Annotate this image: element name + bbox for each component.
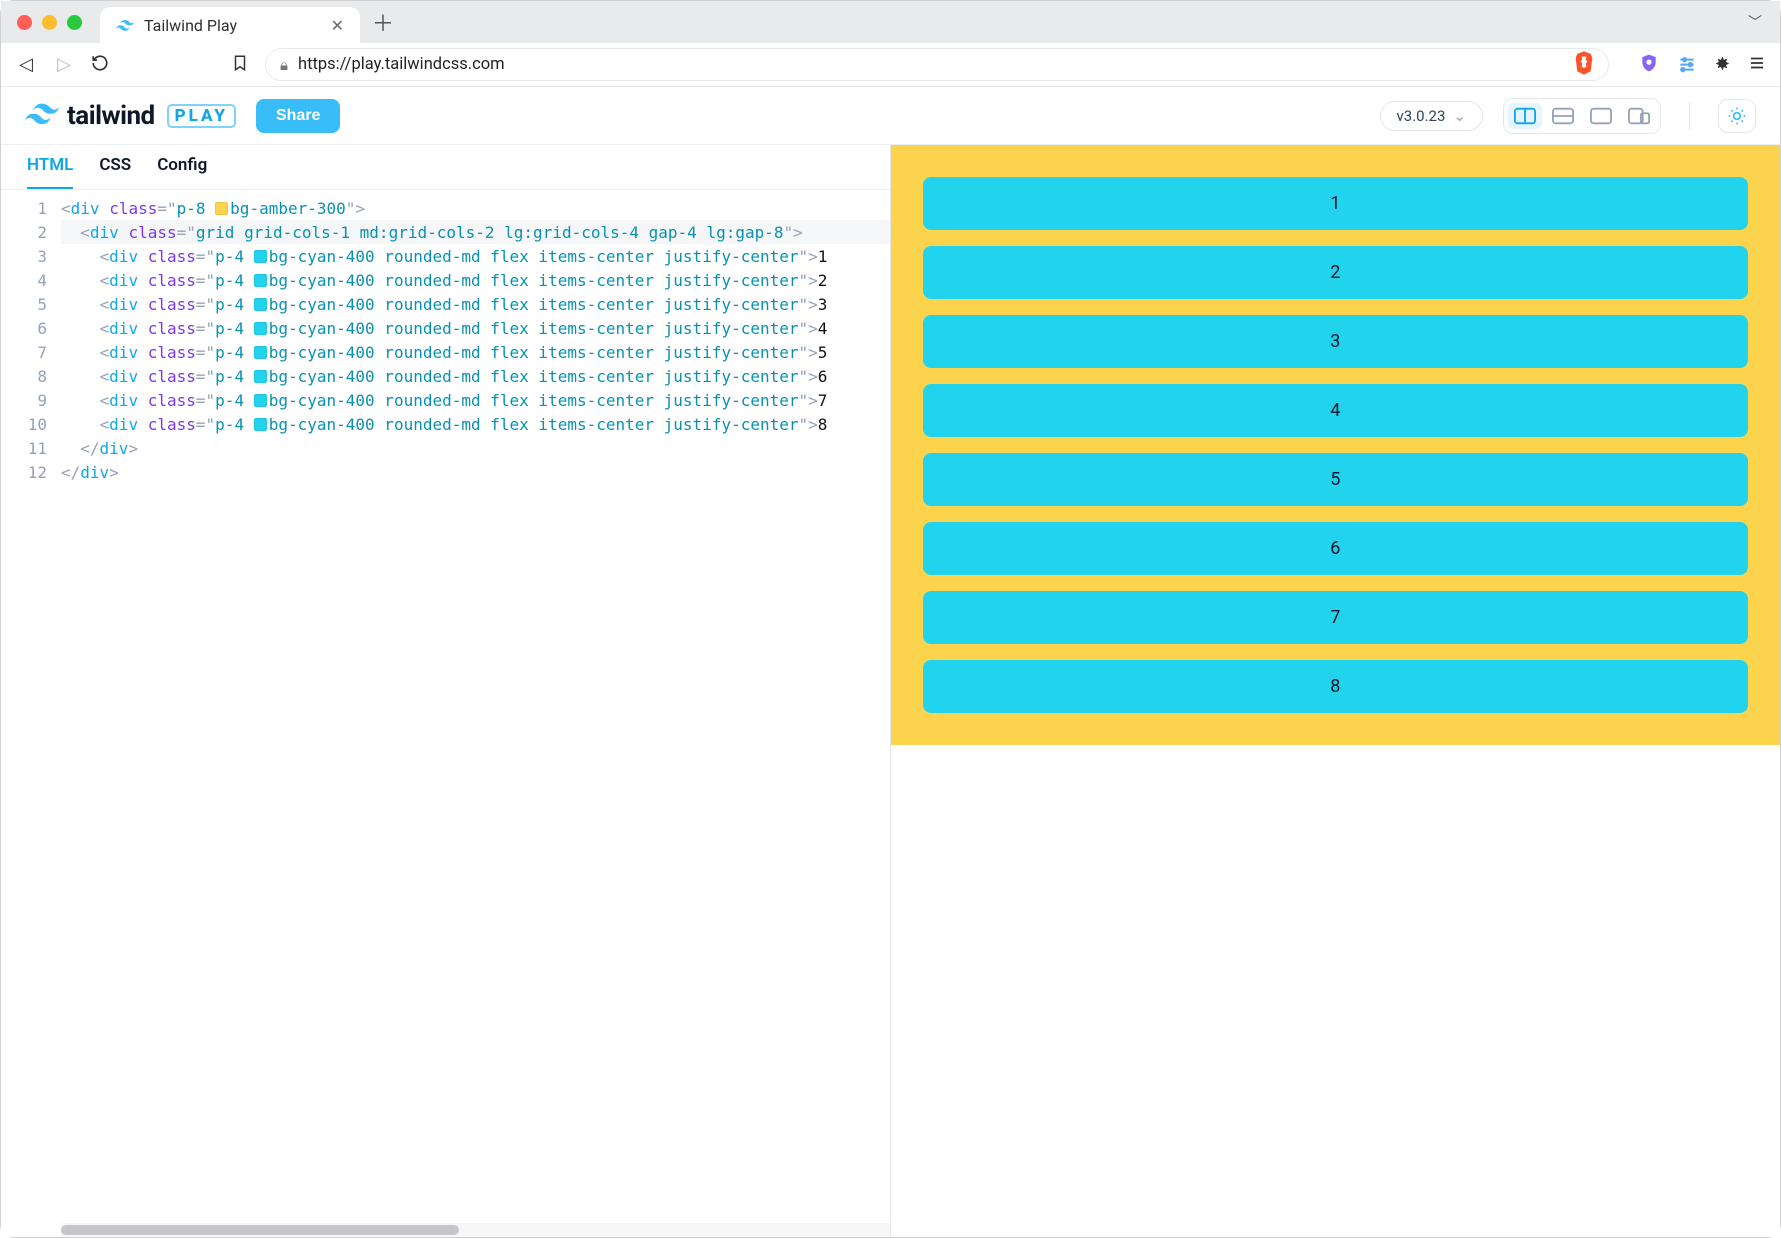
brave-lion-icon[interactable] [1574,51,1594,79]
separator [1689,101,1690,131]
bookmark-button[interactable] [231,54,249,76]
line-number: 6 [1,316,61,340]
back-button[interactable]: ◁ [15,54,37,75]
preview-item: 2 [923,246,1749,299]
layout-vertical-split-button[interactable] [1508,103,1542,129]
scrollbar-thumb[interactable] [61,1225,459,1235]
browser-menu-button[interactable] [1748,54,1766,76]
horizontal-scrollbar[interactable] [61,1223,890,1237]
code-line[interactable]: <div class="p-8 bg-amber-300"> [61,196,890,220]
tab-html[interactable]: HTML [27,155,73,189]
brand[interactable]: tailwind PLAY [25,101,236,131]
browser-tab[interactable]: Tailwind Play ✕ [100,7,360,43]
code-line[interactable]: <div class="p-4 bg-cyan-400 rounded-md f… [61,292,890,316]
preview-pane: 1 2 3 4 5 6 7 8 [891,145,1781,1237]
line-number-gutter: 123456789101112 [1,190,61,1237]
preview-item: 7 [923,591,1749,644]
layout-preview-only-button[interactable] [1584,103,1618,129]
brave-shield-icon[interactable] [1639,53,1659,77]
code-content[interactable]: <div class="p-8 bg-amber-300"> <div clas… [61,190,890,1237]
layout-horizontal-split-button[interactable] [1546,103,1580,129]
version-label: v3.0.23 [1397,107,1446,125]
tab-title: Tailwind Play [144,16,321,35]
workspace: HTML CSS Config 123456789101112 <div cla… [1,145,1780,1237]
line-number: 7 [1,340,61,364]
code-line[interactable]: <div class="p-4 bg-cyan-400 rounded-md f… [61,412,890,436]
browser-chrome: Tailwind Play ✕ ＋ ﹀ ◁ ▷ 🔒︎ https://play.… [1,1,1780,87]
code-line[interactable]: </div> [61,436,890,460]
toolbar-right: ✸ [1639,53,1766,77]
code-line[interactable]: <div class="p-4 bg-cyan-400 rounded-md f… [61,244,890,268]
line-number: 10 [1,412,61,436]
url-text: https://play.tailwindcss.com [298,55,505,74]
preview-item: 4 [923,384,1749,437]
editor-tabs: HTML CSS Config [1,145,890,190]
reload-button[interactable] [91,54,109,76]
window-minimize-button[interactable] [42,15,57,30]
code-line[interactable]: <div class="grid grid-cols-1 md:grid-col… [61,220,890,244]
line-number: 1 [1,196,61,220]
window-controls [17,15,82,30]
code-line[interactable]: </div> [61,460,890,484]
code-line[interactable]: <div class="p-4 bg-cyan-400 rounded-md f… [61,268,890,292]
code-line[interactable]: <div class="p-4 bg-cyan-400 rounded-md f… [61,388,890,412]
browser-toolbar: ◁ ▷ 🔒︎ https://play.tailwindcss.com ✸ [1,43,1780,87]
line-number: 8 [1,364,61,388]
brand-play: PLAY [167,104,236,128]
lock-icon: 🔒︎ [280,56,288,74]
line-number: 3 [1,244,61,268]
tailwind-logo-icon [25,103,59,129]
layout-buttons [1503,98,1661,134]
preview-item: 3 [923,315,1749,368]
app-header: tailwind PLAY Share v3.0.23 ⌄ [1,87,1780,145]
preview-grid: 1 2 3 4 5 6 7 8 [923,177,1749,713]
tab-close-button[interactable]: ✕ [331,16,344,35]
theme-toggle-button[interactable] [1718,99,1756,133]
tailwind-favicon [116,16,134,34]
tab-config[interactable]: Config [157,155,207,189]
forward-button[interactable]: ▷ [53,54,75,75]
layout-responsive-button[interactable] [1622,103,1656,129]
code-line[interactable]: <div class="p-4 bg-cyan-400 rounded-md f… [61,364,890,388]
new-tab-button[interactable]: ＋ [372,6,394,38]
preview-item: 8 [923,660,1749,713]
extensions-icon[interactable]: ✸ [1715,54,1730,75]
tab-strip: Tailwind Play ✕ ＋ ﹀ [1,1,1780,43]
code-line[interactable]: <div class="p-4 bg-cyan-400 rounded-md f… [61,316,890,340]
window-maximize-button[interactable] [67,15,82,30]
line-number: 9 [1,388,61,412]
version-select[interactable]: v3.0.23 ⌄ [1380,101,1483,131]
line-number: 2 [1,220,61,244]
editor-pane: HTML CSS Config 123456789101112 <div cla… [1,145,891,1237]
tabs-overflow-button[interactable]: ﹀ [1748,12,1762,32]
code-line[interactable]: <div class="p-4 bg-cyan-400 rounded-md f… [61,340,890,364]
line-number: 4 [1,268,61,292]
chevron-down-icon: ⌄ [1453,107,1466,125]
equalizer-icon[interactable] [1677,53,1697,77]
line-number: 12 [1,460,61,484]
share-button[interactable]: Share [256,99,340,133]
line-number: 11 [1,436,61,460]
preview-item: 6 [923,522,1749,575]
preview-item: 1 [923,177,1749,230]
line-number: 5 [1,292,61,316]
preview-root: 1 2 3 4 5 6 7 8 [891,145,1781,745]
address-bar[interactable]: 🔒︎ https://play.tailwindcss.com [265,48,1609,81]
window-close-button[interactable] [17,15,32,30]
brand-word: tailwind [67,101,155,131]
preview-item: 5 [923,453,1749,506]
tab-css[interactable]: CSS [99,155,131,189]
code-editor[interactable]: 123456789101112 <div class="p-8 bg-amber… [1,190,890,1237]
